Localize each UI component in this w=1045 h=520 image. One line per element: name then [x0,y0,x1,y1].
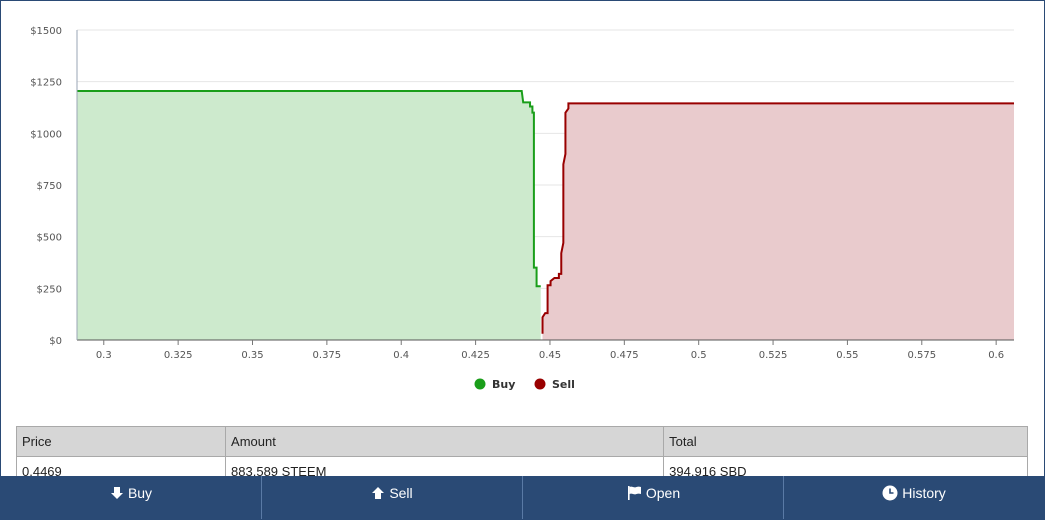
nav-sell-label: Sell [389,484,413,501]
depth-chart: $0 $250 $500 $750 $1000 $1250 $1500 0.3 0.325 0.3… [1,1,1045,411]
column-header-price[interactable]: Price [15,426,227,457]
y-tick-label: $750 [37,181,62,192]
x-tick-label: 0.325 [164,350,193,361]
clock-icon [882,485,898,501]
nav-sell-button[interactable]: Sell [262,476,523,519]
x-tick-label: 0.375 [313,350,342,361]
legend-label-sell: Sell [552,378,575,391]
x-tick-label: 0.35 [241,350,263,361]
arrow-up-icon [371,486,385,500]
arrow-down-icon [110,486,124,500]
x-tick-label: 0.3 [96,350,112,361]
series-area-sell [542,103,1014,340]
x-tick-label: 0.55 [836,350,858,361]
nav-buy-label: Buy [127,484,153,501]
y-tick-label: $1500 [30,26,62,37]
nav-open-label: Open [645,484,681,501]
legend-swatch-sell [534,378,546,390]
y-tick-label: $1250 [30,78,62,89]
flag-icon [626,485,642,501]
x-tick-label: 0.575 [907,350,936,361]
x-tick-label: 0.425 [461,350,490,361]
y-tick-label: $0 [49,336,62,347]
legend-item-buy[interactable]: Buy [474,378,516,391]
legend-swatch-buy [474,378,486,390]
y-tick-label: $1000 [30,129,62,140]
x-tick-label: 0.45 [539,350,561,361]
order-table-header: Price Amount Total [15,426,1028,457]
y-tick-label: $250 [37,284,62,295]
x-tick-label: 0.5 [691,350,707,361]
nav-buy-button[interactable]: Buy [1,476,262,519]
depth-chart-svg: $0 $250 $500 $750 $1000 $1250 $1500 0.3 0.325 0.3… [30,26,1014,391]
x-tick-label: 0.525 [759,350,788,361]
y-tick-label: $500 [37,233,62,244]
bottom-nav: Buy Sell Open History [1,476,1044,519]
x-tick-label: 0.6 [988,350,1004,361]
column-header-total[interactable]: Total [663,426,1028,457]
area-layer [77,89,1014,340]
legend-label-buy: Buy [492,378,515,391]
column-header-amount[interactable]: Amount [225,426,665,457]
legend[interactable]: Buy Sell [474,378,575,391]
nav-open-button[interactable]: Open [523,476,784,519]
nav-history-button[interactable]: History [784,476,1044,519]
x-tick-label: 0.475 [610,350,639,361]
series-area-buy [77,90,541,340]
x-tick-label: 0.4 [393,350,409,361]
legend-item-sell[interactable]: Sell [534,378,575,391]
nav-history-label: History [902,484,946,501]
